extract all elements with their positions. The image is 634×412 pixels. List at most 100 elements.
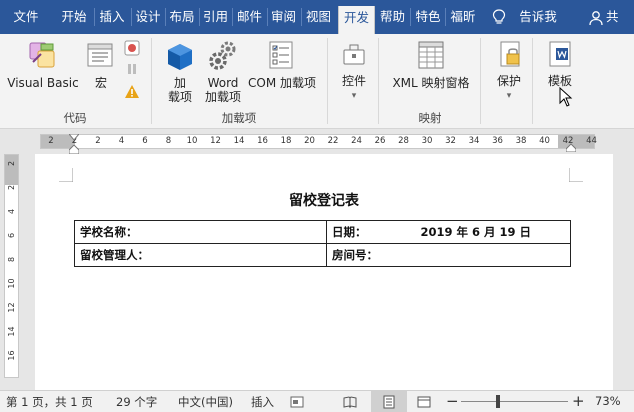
insert-mode-status[interactable]: 插入 xyxy=(251,394,274,410)
ruler-number: 6 xyxy=(142,136,148,146)
ruler-number: 32 xyxy=(445,136,456,146)
first-line-indent-marker[interactable] xyxy=(69,134,79,144)
ruler-number: 34 xyxy=(468,136,480,146)
word-addins-button-line2[interactable]: 加载项 xyxy=(202,90,244,105)
developer-ribbon: Visual Basic 宏 代码 加 载项 Word 加载项 COM 加载项 … xyxy=(0,34,634,129)
document-title[interactable]: 留校登记表 xyxy=(35,190,613,210)
tab-file[interactable]: 文件 xyxy=(6,0,46,34)
horizontal-ruler[interactable]: 2 2 2 4 6 8 10 12 14 16 18 20 22 24 26 28 30 32 34 36 38 40 42… xyxy=(40,134,597,149)
macro-security-warning-icon[interactable] xyxy=(124,84,140,100)
registration-table[interactable]: 学校名称： 日期： 2019 年 6 月 19 日 留校管理人： 房间号： xyxy=(74,220,571,267)
controls-button[interactable]: 控件 xyxy=(336,74,372,89)
word-addins-gears-icon xyxy=(209,41,236,70)
ruler-number: 22 xyxy=(327,136,339,146)
vertical-ruler-number: 12 xyxy=(7,302,16,313)
read-mode-icon[interactable] xyxy=(343,395,357,409)
ruler-number: 8 xyxy=(165,136,172,146)
tab-developer[interactable]: 开发 xyxy=(338,6,375,34)
zoom-slider-track[interactable] xyxy=(461,401,568,402)
tab-insert[interactable]: 插入 xyxy=(95,0,129,34)
zoom-out-button[interactable]: − xyxy=(446,392,459,410)
room-number-cell[interactable]: 房间号： xyxy=(326,243,571,267)
com-addins-button[interactable]: COM 加载项 xyxy=(244,76,320,91)
share-button[interactable]: 共 xyxy=(606,0,634,34)
macro-record-status-icon[interactable] xyxy=(290,395,304,409)
hanging-indent-marker[interactable] xyxy=(69,145,79,154)
group-separator xyxy=(480,38,481,124)
xml-mapping-pane-button[interactable]: XML 映射窗格 xyxy=(388,76,474,91)
document-page[interactable]: 留校登记表 学校名称： 日期： 2019 年 6 月 19 日 留校管理人： 房… xyxy=(35,154,613,390)
record-macro-icon[interactable] xyxy=(124,40,140,56)
com-addins-icon xyxy=(269,41,293,69)
tab-design[interactable]: 设计 xyxy=(131,0,165,34)
table-row: 留校管理人： 房间号： xyxy=(74,243,571,267)
right-indent-marker[interactable] xyxy=(566,142,576,152)
date-label: 日期： xyxy=(332,225,367,239)
ruler-number: 38 xyxy=(515,136,527,146)
macros-button[interactable]: 宏 xyxy=(86,76,116,91)
group-label-mapping: 映射 xyxy=(418,111,442,125)
ruler-number: 28 xyxy=(398,136,409,146)
macros-icon xyxy=(87,43,113,67)
tab-featured[interactable]: 特色 xyxy=(411,0,445,34)
manager-cell[interactable]: 留校管理人： xyxy=(74,243,327,267)
group-separator xyxy=(532,38,533,124)
vertical-ruler-number: 4 xyxy=(7,208,16,215)
ruler-number: 44 xyxy=(586,136,597,146)
ruler-number: 20 xyxy=(304,136,315,146)
print-layout-icon[interactable] xyxy=(382,395,396,409)
page-count-status[interactable]: 第 1 页，共 1 页 xyxy=(6,394,93,410)
zoom-slider-thumb[interactable] xyxy=(496,395,500,408)
vertical-ruler-number: 2 xyxy=(7,184,16,191)
zoom-in-button[interactable]: + xyxy=(572,392,585,410)
ruler-number: 16 xyxy=(257,136,268,146)
word-count-status[interactable]: 29 个字 xyxy=(116,394,157,410)
tab-layout[interactable]: 布局 xyxy=(165,0,199,34)
ribbon-tab-bar: 文件 开始 插入 设计 布局 引用 邮件 审阅 视图 开发 帮助 特色 福昕 告… xyxy=(0,0,634,34)
ruler-number: 18 xyxy=(280,136,292,146)
ruler-number: 36 xyxy=(492,136,503,146)
group-label-addins: 加载项 xyxy=(221,111,257,125)
ruler-number: 10 xyxy=(186,136,198,146)
protect-dropdown-chevron[interactable]: ▾ xyxy=(490,89,528,104)
tab-review[interactable]: 审阅 xyxy=(267,0,300,34)
date-cell[interactable]: 日期： 2019 年 6 月 19 日 xyxy=(326,220,571,244)
tab-help[interactable]: 帮助 xyxy=(376,0,409,34)
controls-dropdown-chevron[interactable]: ▾ xyxy=(336,89,372,104)
group-separator xyxy=(378,38,379,124)
tell-me-search[interactable]: 告诉我 xyxy=(516,0,560,34)
vertical-ruler-number: 8 xyxy=(7,256,16,263)
tab-mailings[interactable]: 邮件 xyxy=(233,0,266,34)
tab-foxit[interactable]: 福昕 xyxy=(446,0,480,34)
zoom-percentage[interactable]: 73% xyxy=(595,394,621,408)
addins-cube-icon xyxy=(168,44,192,70)
xml-mapping-pane-icon xyxy=(418,41,444,69)
vertical-ruler-number: 6 xyxy=(7,232,16,239)
group-separator xyxy=(327,38,328,124)
document-template-word-icon xyxy=(549,41,571,67)
tab-home[interactable]: 开始 xyxy=(56,0,92,34)
vertical-ruler-number: 10 xyxy=(7,278,16,289)
addins-button-line2[interactable]: 载项 xyxy=(165,90,195,105)
word-addins-button-line1[interactable]: Word xyxy=(202,76,244,91)
vertical-ruler-number: 2 xyxy=(7,160,16,167)
protect-button[interactable]: 保护 xyxy=(490,74,528,89)
tab-view[interactable]: 视图 xyxy=(301,0,336,34)
visual-basic-button[interactable]: Visual Basic xyxy=(6,76,80,91)
tab-references[interactable]: 引用 xyxy=(199,0,232,34)
vertical-ruler-number: 14 xyxy=(7,326,16,337)
controls-toolbox-icon xyxy=(343,44,365,65)
date-value: 2019 年 6 月 19 日 xyxy=(420,225,532,239)
crop-mark-top-right xyxy=(569,168,583,182)
ruler-number: 4 xyxy=(118,136,125,146)
lightbulb-icon[interactable] xyxy=(492,9,506,25)
language-status[interactable]: 中文(中国) xyxy=(178,394,233,410)
pause-recording-icon[interactable] xyxy=(124,61,140,77)
ruler-number: 26 xyxy=(374,136,386,146)
person-icon[interactable] xyxy=(588,10,604,26)
vertical-ruler-number: 16 xyxy=(7,350,16,361)
addins-button-line1[interactable]: 加 xyxy=(165,76,195,91)
web-layout-icon[interactable] xyxy=(417,395,431,409)
vertical-ruler[interactable]: 2 2 4 6 8 10 12 14 16 xyxy=(4,154,19,378)
school-name-cell[interactable]: 学校名称： xyxy=(74,220,327,244)
